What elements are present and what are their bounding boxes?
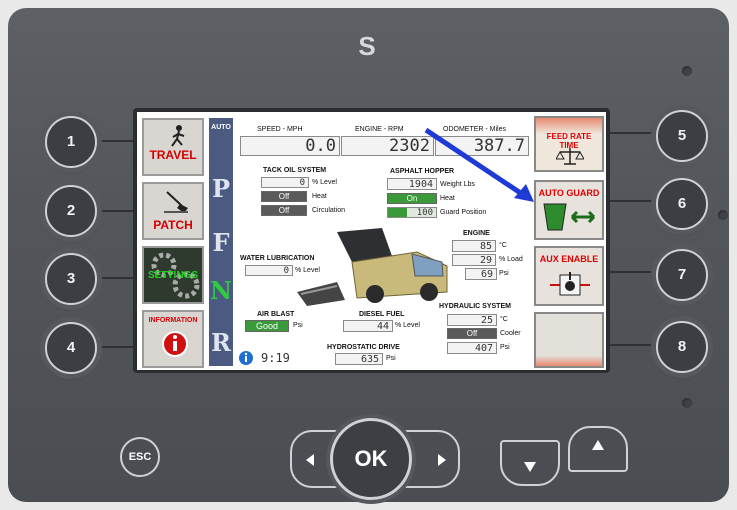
side-button-2[interactable]: 2 xyxy=(45,185,97,237)
hydrostatic-value: 635 xyxy=(335,353,383,365)
info-circle-icon[interactable] xyxy=(238,350,254,366)
tack-oil-level-unit: % Level xyxy=(312,179,337,186)
hydraulic-temp-unit: °C xyxy=(500,316,508,323)
hydraulic-temp-value: 25 xyxy=(447,314,497,326)
screw xyxy=(682,66,692,76)
settings-label: SETTINGS xyxy=(147,270,198,281)
diesel-fuel-value: 44 xyxy=(343,320,393,332)
arrow-right-icon xyxy=(438,454,446,466)
brand-logo: S xyxy=(358,31,376,61)
information-button[interactable]: INFORMATION xyxy=(142,310,204,368)
hydrostatic-unit: Psi xyxy=(386,355,396,362)
tack-oil-circulation-status: Off xyxy=(261,205,307,216)
blank-softkey-8[interactable] xyxy=(534,312,604,368)
aux-enable-button[interactable]: AUX ENABLE xyxy=(534,246,604,306)
auto-guard-button[interactable]: AUTO GUARD xyxy=(534,180,604,240)
side-button-6[interactable]: 6 xyxy=(656,178,708,230)
patch-label: PATCH xyxy=(153,218,193,232)
side-button-3[interactable]: 3 xyxy=(45,253,97,305)
screw xyxy=(718,210,728,220)
mode-r: R xyxy=(211,328,231,357)
engine-psi-unit: Psi xyxy=(499,270,509,277)
diesel-fuel-unit: % Level xyxy=(395,322,420,329)
side-button-8[interactable]: 8 xyxy=(656,321,708,373)
hydrostatic-title: HYDROSTATIC DRIVE xyxy=(327,344,400,351)
water-level-value: 0 xyxy=(245,265,293,276)
hydraulic-cooler-label: Cooler xyxy=(500,330,521,337)
mode-n: N xyxy=(210,276,232,305)
engine-rpm-value: 2302 xyxy=(341,136,434,156)
tack-oil-level: 0 xyxy=(261,177,309,188)
engine-temp-value: 85 xyxy=(452,240,496,252)
side-button-4[interactable]: 4 xyxy=(45,322,97,374)
tack-oil-title: TACK OIL SYSTEM xyxy=(263,167,327,174)
hopper-guard-label: Guard Position xyxy=(440,209,487,216)
tack-oil-heat-status: Off xyxy=(261,191,307,202)
hydraulic-psi-value: 407 xyxy=(447,342,497,354)
auto-guard-label: AUTO GUARD xyxy=(538,188,600,198)
shovel-icon xyxy=(164,191,188,213)
engine-rpm-label: ENGINE - RPM xyxy=(355,126,404,133)
engine-psi-value: 69 xyxy=(465,268,497,280)
aux-enable-label: AUX ENABLE xyxy=(539,254,599,264)
engine-load-unit: % Load xyxy=(499,256,523,263)
scale-icon xyxy=(556,148,584,165)
hydraulic-title: HYDRAULIC SYSTEM xyxy=(439,303,511,310)
display-screen: TRAVEL PATCH SETTINGS INFORMATION AUTO P… xyxy=(137,112,606,370)
travel-label: TRAVEL xyxy=(149,148,197,162)
side-button-1[interactable]: 1 xyxy=(45,116,97,168)
patch-button[interactable]: PATCH xyxy=(142,182,204,240)
gear-mode-strip: AUTO P F N R xyxy=(209,118,233,366)
feed-rate-time-button[interactable]: FEED RATE TIME xyxy=(534,116,604,172)
air-blast-status: Good xyxy=(245,320,289,332)
hopper-guard-value: 100 xyxy=(387,207,437,218)
screw xyxy=(682,398,692,408)
aux-valve-icon xyxy=(550,272,590,296)
paver-machine-image xyxy=(297,228,448,306)
auto-label: AUTO xyxy=(211,124,231,131)
guard-position-icon xyxy=(543,203,596,231)
arrow-down-icon xyxy=(524,462,536,472)
speed-label: SPEED - MPH xyxy=(257,126,303,133)
info-icon xyxy=(162,331,188,357)
speed-value: 0.0 xyxy=(240,136,340,156)
clock: 9:19 xyxy=(261,351,290,365)
engine-title: ENGINE xyxy=(463,230,490,237)
down-button[interactable] xyxy=(500,440,560,486)
arrow-up-icon xyxy=(592,440,604,450)
pointer-arrow xyxy=(424,127,534,202)
traveler-icon xyxy=(171,125,185,147)
side-button-7[interactable]: 7 xyxy=(656,249,708,301)
mode-p: P xyxy=(211,174,231,203)
travel-button[interactable]: TRAVEL xyxy=(142,118,204,176)
mode-f: F xyxy=(212,228,230,257)
information-label: INFORMATION xyxy=(148,317,198,324)
tack-oil-circulation-label: Circulation xyxy=(312,207,346,214)
esc-button[interactable]: ESC xyxy=(120,437,160,477)
engine-load-value: 29 xyxy=(452,254,496,266)
hydraulic-cooler-status: Off xyxy=(447,328,497,339)
side-button-5[interactable]: 5 xyxy=(656,110,708,162)
diesel-fuel-title: DIESEL FUEL xyxy=(359,311,405,318)
engine-temp-unit: °C xyxy=(499,242,507,249)
air-blast-title: AIR BLAST xyxy=(257,311,295,318)
air-blast-unit: Psi xyxy=(293,322,303,329)
tack-oil-heat-label: Heat xyxy=(312,193,327,200)
settings-button[interactable]: SETTINGS xyxy=(142,246,204,304)
hydraulic-psi-unit: Psi xyxy=(500,344,510,351)
ok-button[interactable]: OK xyxy=(330,418,412,500)
arrow-left-icon xyxy=(306,454,314,466)
up-button[interactable] xyxy=(568,426,628,472)
